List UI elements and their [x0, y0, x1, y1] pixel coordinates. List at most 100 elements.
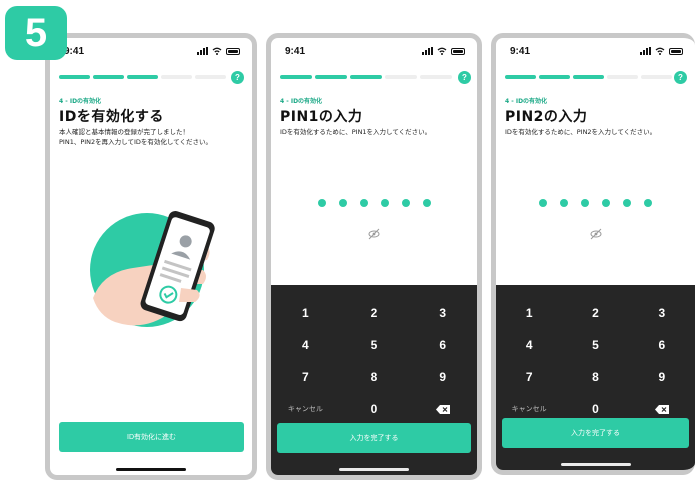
wifi-icon: [437, 47, 447, 55]
status-icons: [422, 47, 465, 55]
onboarding-step-stage: 5 9:41 ? 4 - IDの有効化 IDを有効化する 本人確認と基本情報の登…: [0, 0, 695, 480]
pin-dot: [644, 199, 652, 207]
complete-input-button[interactable]: 入力を完了する: [277, 423, 471, 453]
progress-bar: [59, 75, 226, 79]
step-number-badge: 5: [5, 6, 67, 60]
page-description: IDを有効化するために、PIN1を入力してください。: [280, 128, 432, 136]
step-label: 4 - IDの有効化: [59, 98, 102, 105]
backspace-icon: [435, 404, 450, 414]
numeric-keypad: 1 2 3 4 5 6 7 8 9 キャンセル 0 入力を完了する: [496, 285, 695, 470]
status-time: 9:41: [285, 45, 306, 57]
numeric-keypad: 1 2 3 4 5 6 7 8 9 キャンセル 0 入力を完了する: [271, 285, 477, 475]
pin-dot: [581, 199, 589, 207]
pin-dot: [338, 199, 347, 207]
status-time: 9:41: [64, 45, 85, 57]
help-icon[interactable]: ?: [231, 71, 244, 84]
pin-dot: [359, 199, 368, 207]
progress-segment: [573, 75, 604, 79]
pin-dots: [496, 199, 695, 207]
backspace-icon: [654, 404, 669, 414]
status-icons: [640, 47, 683, 55]
key-4[interactable]: 4: [496, 329, 562, 361]
phone-in-hand-id-card-icon: [90, 211, 215, 327]
key-9[interactable]: 9: [408, 361, 477, 393]
key-1[interactable]: 1: [496, 297, 562, 329]
pin-dot: [539, 199, 547, 207]
key-3[interactable]: 3: [408, 297, 477, 329]
pin-dot: [602, 199, 610, 207]
status-bar: 9:41: [271, 38, 477, 64]
complete-input-button[interactable]: 入力を完了する: [502, 418, 689, 448]
key-6[interactable]: 6: [408, 329, 477, 361]
phone-screen-id-activation: 9:41 ? 4 - IDの有効化 IDを有効化する 本人確認と基本情報の登録が…: [45, 33, 257, 480]
key-2[interactable]: 2: [340, 297, 409, 329]
pin-dot: [317, 199, 326, 207]
progress-segment: [350, 75, 382, 79]
key-8[interactable]: 8: [340, 361, 409, 393]
status-time: 9:41: [510, 45, 531, 57]
pin-dot: [422, 199, 431, 207]
pin-dots: [271, 199, 477, 207]
page-description: 本人確認と基本情報の登録が完了しました！ PIN1、PIN2を再入力してIDを有…: [59, 128, 213, 146]
battery-icon: [451, 47, 465, 55]
phone-screen-pin2-input: 9:41 ? 4 - IDの有効化 PIN2の入力 IDを有効化するために、PI…: [491, 33, 695, 475]
home-indicator: [116, 468, 186, 471]
cancel-key[interactable]: キャンセル: [271, 393, 340, 425]
progress-segment: [420, 75, 452, 79]
eye-off-icon[interactable]: [589, 227, 603, 241]
key-7[interactable]: 7: [271, 361, 340, 393]
page-title: PIN1の入力: [280, 109, 363, 125]
keypad-keys: 1 2 3 4 5 6 7 8 9 キャンセル 0: [271, 297, 477, 425]
pin-dot: [623, 199, 631, 207]
signal-icon: [640, 47, 651, 55]
progress-segment: [607, 75, 638, 79]
progress-bar: [505, 75, 672, 79]
progress-segment: [280, 75, 312, 79]
progress-segment: [385, 75, 417, 79]
phone-screen-pin1-input: 9:41 ? 4 - IDの有効化 PIN1の入力 IDを有効化するために、PI…: [266, 33, 482, 480]
key-7[interactable]: 7: [496, 361, 562, 393]
key-0[interactable]: 0: [340, 393, 409, 425]
signal-icon: [422, 47, 433, 55]
page-title: IDを有効化する: [59, 109, 164, 125]
progress-segment: [539, 75, 570, 79]
battery-icon: [669, 47, 683, 55]
progress-segment: [127, 75, 158, 79]
page-title: PIN2の入力: [505, 109, 588, 125]
help-icon[interactable]: ?: [674, 71, 687, 84]
key-4[interactable]: 4: [271, 329, 340, 361]
progress-segment: [93, 75, 124, 79]
pin-dot: [560, 199, 568, 207]
key-3[interactable]: 3: [629, 297, 695, 329]
status-icons: [197, 47, 240, 55]
pin-dot: [380, 199, 389, 207]
key-9[interactable]: 9: [629, 361, 695, 393]
proceed-activation-button[interactable]: ID有効化に進む: [59, 422, 244, 452]
progress-segment: [195, 75, 226, 79]
page-description: IDを有効化するために、PIN2を入力してください。: [505, 128, 657, 136]
key-6[interactable]: 6: [629, 329, 695, 361]
key-2[interactable]: 2: [562, 297, 628, 329]
key-5[interactable]: 5: [562, 329, 628, 361]
home-indicator: [339, 468, 409, 471]
status-bar: 9:41: [50, 38, 252, 64]
key-1[interactable]: 1: [271, 297, 340, 329]
home-indicator: [560, 463, 631, 466]
wifi-icon: [655, 47, 665, 55]
wifi-icon: [212, 47, 222, 55]
eye-off-icon[interactable]: [367, 227, 381, 241]
status-bar: 9:41: [496, 38, 695, 64]
keypad-keys: 1 2 3 4 5 6 7 8 9 キャンセル 0: [496, 297, 695, 425]
help-icon[interactable]: ?: [458, 71, 471, 84]
key-5[interactable]: 5: [340, 329, 409, 361]
step-label: 4 - IDの有効化: [505, 98, 548, 105]
key-8[interactable]: 8: [562, 361, 628, 393]
pin-dot: [401, 199, 410, 207]
progress-segment: [641, 75, 672, 79]
progress-segment: [505, 75, 536, 79]
progress-segment: [161, 75, 192, 79]
backspace-key[interactable]: [408, 393, 477, 425]
battery-icon: [226, 47, 240, 55]
progress-segment: [315, 75, 347, 79]
signal-icon: [197, 47, 208, 55]
